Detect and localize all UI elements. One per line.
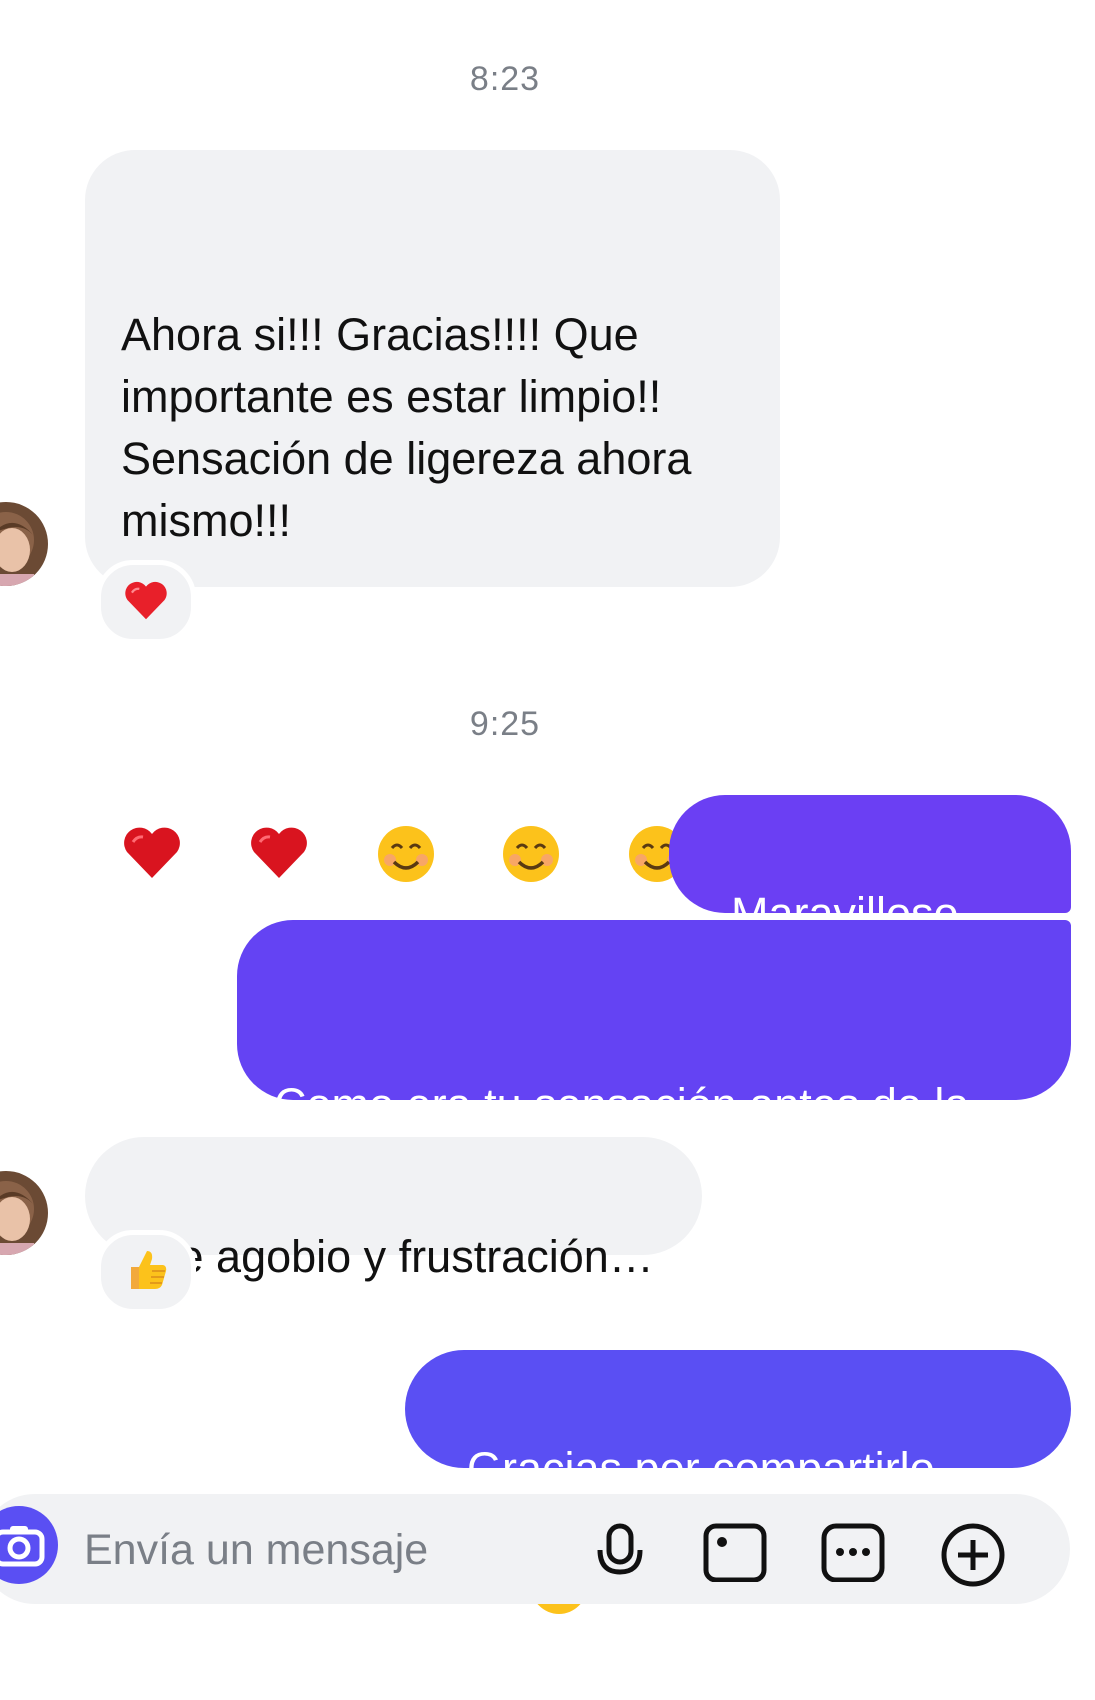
- heart-reaction[interactable]: [96, 560, 196, 644]
- add-icon[interactable]: [940, 1522, 1006, 1593]
- sticker-icon[interactable]: [820, 1522, 886, 1587]
- outgoing-message[interactable]: Como era tu sensación antes de la limpie…: [237, 920, 1071, 1192]
- timestamp: 9:25: [469, 705, 541, 743]
- message-text: Gracias por compartirlo: [467, 1443, 935, 1494]
- message-composer: Envía un mensaje: [0, 1494, 1070, 1604]
- outgoing-message[interactable]: Maravilloso: [669, 795, 1071, 1059]
- contact-avatar[interactable]: [0, 1171, 48, 1255]
- image-icon[interactable]: [702, 1522, 768, 1587]
- red-heart-icon: [123, 579, 169, 626]
- message-input[interactable]: Envía un mensaje: [84, 1526, 428, 1575]
- camera-button[interactable]: [0, 1506, 58, 1584]
- thumbs-up-icon: [123, 1247, 169, 1298]
- outgoing-message[interactable]: Gracias por compartirlo: [405, 1350, 1071, 1614]
- timestamp: 8:23: [469, 60, 541, 98]
- camera-icon: [0, 1522, 46, 1573]
- message-text: Ahora si!!! Gracias!!!! Que importante e…: [121, 309, 692, 546]
- incoming-message[interactable]: Ahora si!!! Gracias!!!! Que importante e…: [85, 150, 780, 882]
- microphone-icon[interactable]: [592, 1522, 648, 1587]
- message-text: De agobio y frustración…: [146, 1231, 654, 1282]
- contact-avatar[interactable]: [0, 502, 48, 586]
- thumbs-up-reaction[interactable]: [96, 1230, 196, 1314]
